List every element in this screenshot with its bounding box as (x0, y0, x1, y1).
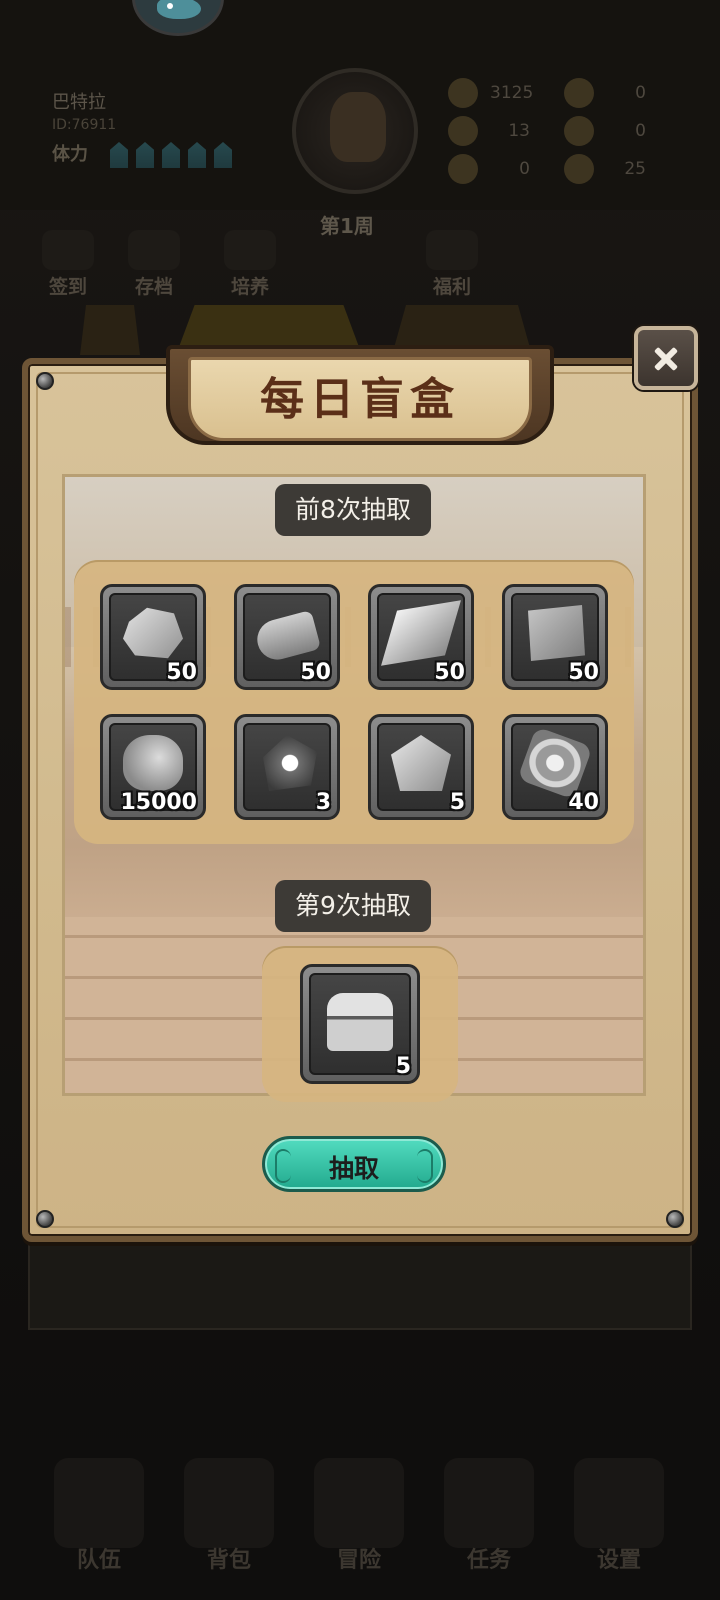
reward-slot[interactable]: 50 (100, 584, 206, 690)
gift-icon (426, 230, 478, 270)
reward-slot[interactable]: 50 (502, 584, 608, 690)
stamina-bar (110, 142, 232, 168)
gem-icon (564, 154, 594, 184)
menu-train[interactable]: 培养 (210, 230, 290, 299)
close-button[interactable] (634, 326, 698, 390)
treasure-chest-icon (327, 993, 393, 1051)
bolt-icon (36, 1210, 54, 1228)
stamina-label: 体力 (52, 144, 88, 165)
bolt-icon (36, 372, 54, 390)
coin-bag-icon (123, 735, 183, 791)
nav-tasks[interactable]: 任务 (434, 1458, 544, 1578)
resource-gem: 25 (564, 154, 646, 184)
dialog-title: 每日盲盒 (260, 374, 460, 425)
bottom-nav: 队伍 背包 冒险 任务 设置 (0, 1438, 720, 1600)
first-draws-label: 前8次抽取 (275, 484, 431, 536)
cloth-icon (528, 605, 585, 661)
resource-ticket: 0 (564, 78, 646, 108)
draw-button[interactable]: 抽取 (262, 1136, 446, 1192)
ninth-reward-slot[interactable]: 5 (300, 964, 420, 1084)
nav-settings[interactable]: 设置 (564, 1458, 674, 1578)
nav-adventure[interactable]: 冒险 (304, 1458, 414, 1578)
nav-bag[interactable]: 背包 (174, 1458, 284, 1578)
wood-icon (448, 154, 478, 184)
menu-save[interactable]: 存档 (114, 230, 194, 299)
swords-icon (314, 1458, 404, 1548)
signin-icon (42, 230, 94, 270)
stone-icon (448, 116, 478, 146)
title-plate: 每日盲盒 (166, 345, 554, 463)
card-icon (564, 116, 594, 146)
menu-signin[interactable]: 签到 (28, 230, 108, 299)
hero-portrait (292, 68, 418, 194)
reward-slot[interactable]: 50 (234, 584, 340, 690)
save-icon (128, 230, 180, 270)
ninth-draw-label: 第9次抽取 (275, 880, 431, 932)
player-name: 巴特拉 (52, 92, 106, 113)
gold-icon (448, 78, 478, 108)
ticket-icon (564, 78, 594, 108)
nav-team[interactable]: 队伍 (44, 1458, 154, 1578)
settings-icon (574, 1458, 664, 1548)
reward-slot[interactable]: 40 (502, 714, 608, 820)
week-label: 第1周 (320, 214, 374, 238)
tab-left (80, 305, 140, 355)
menu-welfare[interactable]: 福利 (412, 230, 492, 299)
reward-slot[interactable]: 15000 (100, 714, 206, 820)
reward-slot[interactable]: 50 (368, 584, 474, 690)
player-id: ID:76911 (52, 117, 117, 133)
reward-slot[interactable]: 3 (234, 714, 340, 820)
train-icon (224, 230, 276, 270)
resource-gold: 3125 (448, 78, 533, 108)
resource-wood: 0 (448, 154, 530, 184)
resource-stone: 13 (448, 116, 530, 146)
team-icon (54, 1458, 144, 1548)
bag-icon (184, 1458, 274, 1548)
fish-icon (157, 0, 201, 19)
bolt-icon (666, 1210, 684, 1228)
tasks-icon (444, 1458, 534, 1548)
resource-card: 0 (564, 116, 646, 146)
reward-slot[interactable]: 5 (368, 714, 474, 820)
